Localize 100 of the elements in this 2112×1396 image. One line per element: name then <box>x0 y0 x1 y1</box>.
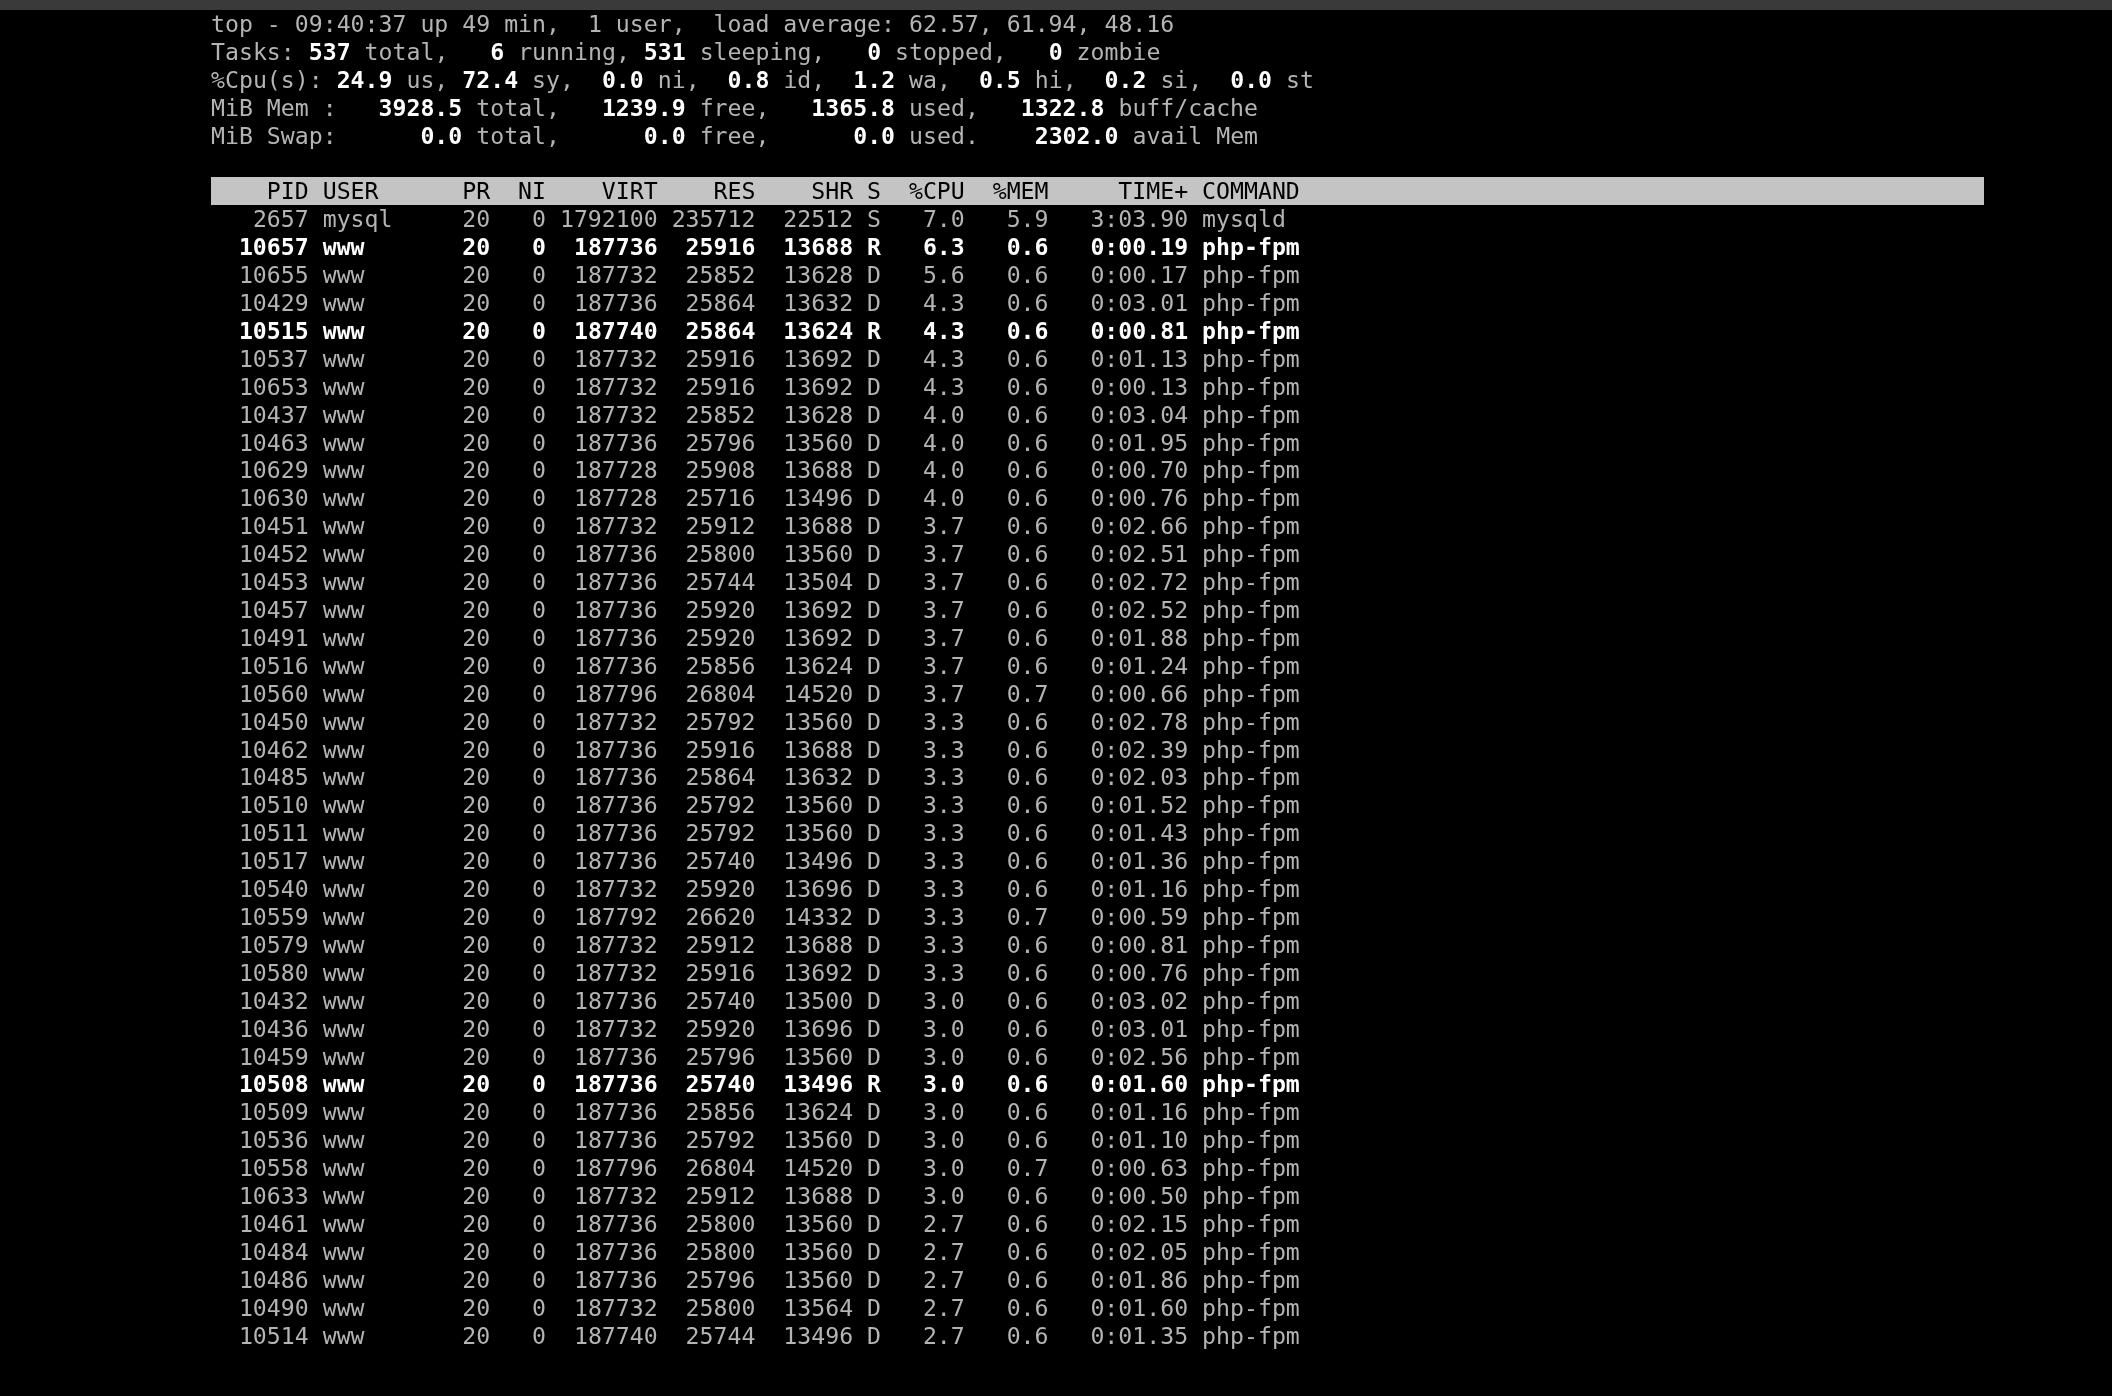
table-cell: 0.6 <box>1006 763 1049 792</box>
table-cell: 0.6 <box>1006 791 1049 820</box>
table-cell: 0:01.24 <box>1090 651 1189 680</box>
table-cell: 25916 <box>685 233 756 262</box>
table-cell: 20 <box>462 456 491 485</box>
table-cell: 0:00.76 <box>1090 958 1189 987</box>
table-cell: 0:00.81 <box>1090 316 1189 345</box>
table-cell: 25792 <box>685 707 756 736</box>
table-cell: php-fpm <box>1202 484 1300 513</box>
table-cell: 0:02.56 <box>1090 1042 1189 1071</box>
table-cell: php-fpm <box>1202 512 1300 541</box>
table-cell: 187732 <box>573 1293 658 1322</box>
table-cell: php-fpm <box>1202 707 1300 736</box>
table-cell: 3.0 <box>922 1126 965 1155</box>
table-cell: 20 <box>462 428 491 457</box>
table-cell: 187736 <box>573 1042 658 1071</box>
table-cell: 14520 <box>783 1154 854 1183</box>
table-cell: 187732 <box>573 930 658 959</box>
table-cell: 187736 <box>573 735 658 764</box>
table-cell: 0 <box>532 540 546 569</box>
table-cell: R <box>867 1070 882 1099</box>
table-cell: 20 <box>462 1293 491 1322</box>
table-cell: 25792 <box>685 1126 756 1155</box>
table-cell: 25792 <box>685 791 756 820</box>
table-cell: 20 <box>462 1098 491 1127</box>
table-cell: D <box>867 540 882 569</box>
table-cell: 3.3 <box>922 930 965 959</box>
table-cell: 25740 <box>685 1070 756 1099</box>
table-cell: www <box>322 930 365 959</box>
table-cell: 0.6 <box>1006 1098 1049 1127</box>
table-cell: 187736 <box>573 819 658 848</box>
table-cell: 0.6 <box>1006 1042 1049 1071</box>
table-cell: 20 <box>462 316 491 345</box>
table-cell: 0 <box>532 512 546 541</box>
table-cell: php-fpm <box>1202 1014 1300 1043</box>
table-cell: 20 <box>462 205 491 234</box>
table-cell: 187736 <box>573 596 658 624</box>
table-cell: 25800 <box>685 1237 756 1266</box>
column-header: NI <box>518 177 546 206</box>
table-cell: 1792100 <box>559 205 658 234</box>
table-cell: 0.6 <box>1006 484 1049 513</box>
table-cell: php-fpm <box>1202 735 1300 764</box>
table-cell: 20 <box>462 512 491 541</box>
table-cell: 0 <box>532 233 546 262</box>
table-cell: 0 <box>532 791 546 820</box>
table-cell: 10437 <box>238 400 309 429</box>
table-cell: 13560 <box>783 791 854 820</box>
table-cell: 25912 <box>685 1182 756 1210</box>
table-cell: 0:01.43 <box>1090 819 1189 848</box>
table-cell: 13496 <box>783 1070 854 1099</box>
table-cell: 10540 <box>238 875 309 903</box>
table-cell: 13560 <box>783 1042 854 1071</box>
table-cell: www <box>322 735 365 764</box>
table-cell: 0:01.10 <box>1090 1126 1189 1155</box>
table-cell: 13500 <box>783 986 854 1015</box>
table-cell: 0:01.88 <box>1090 623 1189 652</box>
table-cell: 0:00.17 <box>1090 261 1189 290</box>
table-cell: php-fpm <box>1202 651 1300 680</box>
table-cell: www <box>322 819 365 848</box>
table-cell: 13692 <box>783 344 854 373</box>
table-cell: 4.0 <box>922 400 965 429</box>
table-cell: 0 <box>532 316 546 345</box>
table-cell: 0:01.35 <box>1090 1321 1189 1350</box>
table-cell: 0.6 <box>1006 819 1049 848</box>
table-cell: 2.7 <box>922 1209 965 1238</box>
table-cell: 0:01.95 <box>1090 428 1189 457</box>
table-cell: 0:02.39 <box>1090 735 1189 764</box>
table-cell: 25744 <box>685 568 756 596</box>
table-cell: 20 <box>462 735 491 764</box>
table-cell: 10558 <box>238 1154 309 1183</box>
table-cell: 0 <box>532 456 546 485</box>
table-cell: 0.6 <box>1006 316 1049 345</box>
table-cell: 187736 <box>573 233 658 262</box>
column-header: SHR <box>811 177 854 206</box>
table-cell: 25916 <box>685 735 756 764</box>
table-cell: 14332 <box>783 903 854 931</box>
table-cell: 2.7 <box>922 1321 965 1350</box>
table-cell: 187796 <box>573 1154 658 1183</box>
table-cell: 0:01.16 <box>1090 875 1189 903</box>
table-cell: 0:00.81 <box>1090 930 1189 959</box>
table-cell: 0.6 <box>1006 344 1049 373</box>
table-cell: 0:02.78 <box>1090 707 1189 736</box>
table-cell: 0:01.13 <box>1090 344 1189 373</box>
table-cell: 20 <box>462 763 491 792</box>
table-cell: 20 <box>462 986 491 1015</box>
table-cell: 20 <box>462 1070 491 1099</box>
table-cell: 0.6 <box>1006 289 1049 317</box>
table-cell: 0:01.36 <box>1090 847 1189 876</box>
table-cell: 13496 <box>783 1321 854 1350</box>
table-cell: 25852 <box>685 261 756 290</box>
table-cell: 0:02.05 <box>1090 1237 1189 1266</box>
table-cell: 22512 <box>783 205 854 234</box>
table-cell: www <box>322 1265 365 1294</box>
table-cell: 3.0 <box>922 1154 965 1183</box>
table-cell: 4.3 <box>922 316 965 345</box>
table-cell: 7.0 <box>922 205 965 234</box>
table-cell: 0:02.66 <box>1090 512 1189 541</box>
table-cell: 0.6 <box>1006 1126 1049 1155</box>
table-cell: php-fpm <box>1202 875 1300 903</box>
column-header: RES <box>713 177 756 206</box>
